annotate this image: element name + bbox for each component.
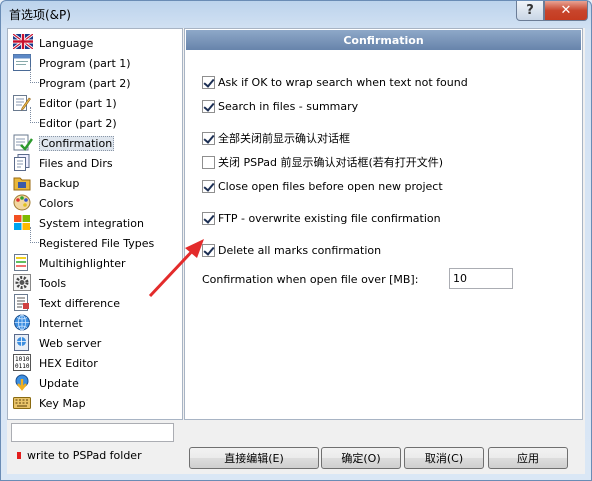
nav-label: Tools xyxy=(39,276,67,290)
checkbox-label: Ask if OK to wrap search when text not f… xyxy=(218,75,468,89)
uk-flag-icon xyxy=(13,34,33,52)
checkbox-ftp-overwrite[interactable]: FTP - overwrite existing file confirmati… xyxy=(202,210,441,226)
nav-label: Internet xyxy=(39,316,83,330)
window-title: 首选项(&P) xyxy=(9,8,71,22)
text-diff-icon xyxy=(13,294,33,312)
checkbox[interactable] xyxy=(202,155,215,169)
checkbox[interactable] xyxy=(202,179,215,193)
category-tree[interactable]: Language Program (part 1) Program (part … xyxy=(7,28,183,420)
nav-label: Editor (part 1) xyxy=(39,96,117,110)
checkbox-close-before-project[interactable]: Close open files before open new project xyxy=(202,178,443,194)
close-button[interactable]: ✕ xyxy=(544,1,588,21)
nav-label: Program (part 2) xyxy=(39,76,131,90)
nav-item-editor-2[interactable]: Editor (part 2) xyxy=(27,107,195,133)
nav-label: Key Map xyxy=(39,396,86,410)
nav-item-internet[interactable]: Internet xyxy=(13,313,181,333)
confirmation-panel: Confirmation Ask if OK to wrap search wh… xyxy=(184,28,583,420)
nav-label: Web server xyxy=(39,336,102,350)
nav-item-program-2[interactable]: Program (part 2) xyxy=(27,67,195,93)
nav-label: System integration xyxy=(39,216,144,230)
checkbox-label: 关闭 PSPad 前显示确认对话框(若有打开文件) xyxy=(218,156,444,169)
checkbox-label: 全部关闭前显示确认对话框 xyxy=(218,132,350,145)
nav-label: Backup xyxy=(39,176,80,190)
title-bar[interactable]: 首选项(&P) ? ✕ xyxy=(1,1,591,27)
checkbox-label: Delete all marks confirmation xyxy=(218,243,382,257)
panel-title: Confirmation xyxy=(186,30,581,50)
checkbox-delete-marks[interactable]: Delete all marks confirmation xyxy=(202,242,381,258)
dialog-client: Language Program (part 1) Program (part … xyxy=(7,28,585,474)
nav-label: Program (part 1) xyxy=(39,56,131,70)
nav-label: HEX Editor xyxy=(39,356,98,370)
annotation-arrow-icon xyxy=(148,239,204,298)
folder-note-label: write to PSPad folder xyxy=(27,448,142,462)
svg-text:0110: 0110 xyxy=(15,363,30,370)
checkbox-label: Close open files before open new project xyxy=(218,179,443,193)
nav-label: Language xyxy=(39,36,94,50)
preferences-window: 首选项(&P) ? ✕ Language Program (part 1) Pr… xyxy=(0,0,592,481)
apply-button[interactable]: 应用 xyxy=(488,447,568,469)
nav-item-key-map[interactable]: Key Map xyxy=(13,393,181,413)
checkbox-close-pspad-confirm[interactable]: 关闭 PSPad 前显示确认对话框(若有打开文件) xyxy=(202,154,443,170)
nav-label: Registered File Types xyxy=(39,236,155,250)
nav-label: Text difference xyxy=(39,296,120,310)
palette-icon xyxy=(13,194,33,212)
backup-icon xyxy=(13,174,33,192)
nav-item-web-server[interactable]: Web server xyxy=(13,333,181,353)
nav-item-update[interactable]: Update xyxy=(13,373,181,393)
help-button[interactable]: ? xyxy=(516,1,544,21)
nav-label: Confirmation xyxy=(39,135,115,151)
nav-filter-input[interactable] xyxy=(11,423,174,442)
checkbox-search-summary[interactable]: Search in files - summary xyxy=(202,98,358,114)
nav-label: Editor (part 2) xyxy=(39,116,117,130)
keyboard-icon xyxy=(13,394,33,412)
update-icon xyxy=(13,374,33,392)
confirmation-check-icon xyxy=(13,134,33,152)
server-icon xyxy=(13,334,33,352)
globe-icon xyxy=(13,314,33,332)
nav-label: Update xyxy=(39,376,79,390)
files-icon xyxy=(13,154,33,172)
checkbox-label: Search in files - summary xyxy=(218,99,359,113)
svg-text:1010: 1010 xyxy=(15,356,30,363)
size-threshold-label: Confirmation when open file over [MB]: xyxy=(202,273,419,286)
checkbox-label: FTP - overwrite existing file confirmati… xyxy=(218,211,441,225)
nav-label: Files and Dirs xyxy=(39,156,113,170)
size-threshold-input[interactable] xyxy=(449,268,513,289)
red-marker-icon xyxy=(17,451,21,459)
folder-note[interactable]: write to PSPad folder xyxy=(17,448,142,462)
hex-icon: 1010 0110 xyxy=(13,354,33,372)
checkbox[interactable] xyxy=(202,99,215,113)
checkbox[interactable] xyxy=(202,75,215,89)
nav-item-confirmation[interactable]: Confirmation xyxy=(13,133,181,153)
nav-item-backup[interactable]: Backup xyxy=(13,173,181,193)
checkbox-wrap-search[interactable]: Ask if OK to wrap search when text not f… xyxy=(202,74,468,90)
nav-item-hex-editor[interactable]: 1010 0110 HEX Editor xyxy=(13,353,181,373)
cancel-button[interactable]: 取消(C) xyxy=(404,447,484,469)
nav-label: Colors xyxy=(39,196,74,210)
nav-item-language[interactable]: Language xyxy=(13,33,181,53)
highlighter-icon xyxy=(13,254,33,272)
checkbox[interactable] xyxy=(202,131,215,145)
nav-item-files-dirs[interactable]: Files and Dirs xyxy=(13,153,181,173)
direct-edit-button[interactable]: 直接编辑(E) xyxy=(189,447,319,469)
nav-item-colors[interactable]: Colors xyxy=(13,193,181,213)
gear-icon xyxy=(13,274,33,292)
ok-button[interactable]: 确定(O) xyxy=(321,447,401,469)
checkbox-close-all-confirm[interactable]: 全部关闭前显示确认对话框 xyxy=(202,130,350,146)
nav-label: Multihighlighter xyxy=(39,256,126,270)
checkbox[interactable] xyxy=(202,211,215,225)
